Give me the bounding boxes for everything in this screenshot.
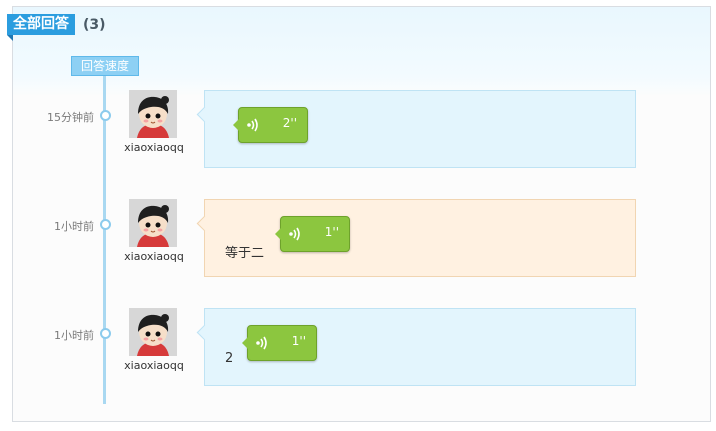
- voice-duration: 1'': [291, 334, 306, 348]
- timeline-line: [103, 74, 106, 404]
- voice-message-button[interactable]: 1'': [275, 216, 350, 252]
- voice-duration: 1'': [324, 225, 339, 239]
- voice-duration: 2'': [282, 116, 297, 130]
- voice-message-button[interactable]: 2'': [233, 107, 308, 143]
- all-answers-title: 全部回答: [7, 14, 75, 41]
- audio-wave-icon: [256, 336, 267, 350]
- avatar-icon[interactable]: [129, 308, 177, 356]
- audio-wave-icon: [247, 118, 258, 132]
- avatar-icon[interactable]: [129, 90, 177, 138]
- answer-time: 15分钟前: [47, 111, 94, 124]
- timeline-dot: [100, 219, 111, 230]
- username[interactable]: xiaoxiaoqq: [118, 250, 190, 263]
- avatar-icon[interactable]: [129, 199, 177, 247]
- answer-time: 1小时前: [54, 220, 94, 233]
- answer-text: 2: [225, 351, 234, 366]
- answer-bubble: 1'' 2: [204, 308, 636, 386]
- answer-speed-tag: 回答速度: [71, 56, 139, 76]
- answer-bubble: 2'': [204, 90, 636, 168]
- username[interactable]: xiaoxiaoqq: [118, 141, 190, 154]
- username[interactable]: xiaoxiaoqq: [118, 359, 190, 372]
- avatar-image: [129, 199, 177, 247]
- answer-bubble: 1'' 等于二: [204, 199, 636, 277]
- audio-wave-icon: [289, 227, 300, 241]
- timeline-dot: [100, 110, 111, 121]
- avatar-image: [129, 90, 177, 138]
- timeline-dot: [100, 328, 111, 339]
- avatar-image: [129, 308, 177, 356]
- answer-count: (3): [83, 17, 106, 33]
- voice-message-button[interactable]: 1'': [242, 325, 317, 361]
- answer-time: 1小时前: [54, 329, 94, 342]
- answer-text: 等于二: [225, 246, 265, 261]
